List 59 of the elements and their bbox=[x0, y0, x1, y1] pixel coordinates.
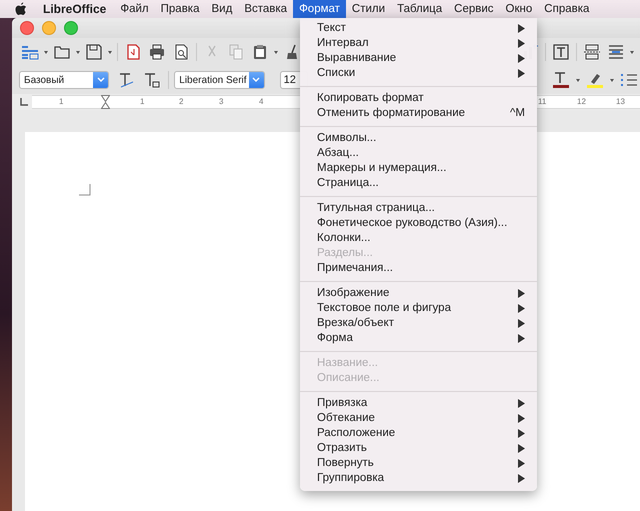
menu-item-label: Форма bbox=[317, 331, 353, 346]
menu-item-label: Изображение bbox=[317, 286, 390, 301]
ruler-number: 13 bbox=[616, 96, 625, 107]
menu-bar-item[interactable]: Справка bbox=[538, 0, 596, 18]
menu-item-label: Выравнивание bbox=[317, 51, 396, 66]
menu-item[interactable]: Отразить bbox=[300, 441, 537, 456]
menu-item[interactable]: Привязка bbox=[300, 396, 537, 411]
menu-item[interactable]: Интервал bbox=[300, 36, 537, 51]
menu-item[interactable]: Расположение bbox=[300, 426, 537, 441]
ruler-number: 4 bbox=[259, 96, 264, 107]
menu-item[interactable]: Примечания... bbox=[300, 261, 537, 276]
menu-item-label: Группировка bbox=[317, 471, 384, 486]
menu-item[interactable]: Титульная страница... bbox=[300, 201, 537, 216]
menu-item[interactable]: Отменить форматирование ^M bbox=[300, 106, 537, 121]
menu-bar-item[interactable]: Вставка bbox=[238, 0, 294, 18]
menu-item[interactable]: Фонетическое руководство (Азия)... bbox=[300, 216, 537, 231]
menu-item[interactable]: Выравнивание bbox=[300, 51, 537, 66]
menu-item-label: Обтекание bbox=[317, 411, 375, 426]
menu-item[interactable]: Абзац... bbox=[300, 146, 537, 161]
menu-item-label: Повернуть bbox=[317, 456, 374, 471]
menu-item-label: Отменить форматирование bbox=[317, 106, 466, 121]
menu-item-label: Интервал bbox=[317, 36, 369, 51]
menu-item[interactable]: Группировка bbox=[300, 471, 537, 486]
menu-item[interactable]: Форма bbox=[300, 331, 537, 346]
ruler-number: 3 bbox=[219, 96, 224, 107]
ruler-number: 1 bbox=[59, 96, 64, 107]
menu-item-label: Текст bbox=[317, 21, 346, 36]
ruler-number: 11 bbox=[538, 96, 546, 107]
font-name-field[interactable]: Liberation Serif bbox=[174, 71, 265, 89]
menu-item-label: Расположение bbox=[317, 426, 396, 441]
menu-item-label: Привязка bbox=[317, 396, 368, 411]
menu-item[interactable]: Страница... bbox=[300, 176, 537, 191]
menu-bar-item[interactable]: Формат bbox=[293, 0, 346, 18]
menu-bar-item[interactable]: Таблица bbox=[391, 0, 448, 18]
menu-item-label: Врезка/объект bbox=[317, 316, 394, 331]
menu-item[interactable]: Маркеры и нумерация... bbox=[300, 161, 537, 176]
menu-bar-item[interactable]: Стили bbox=[346, 0, 392, 18]
menu-item[interactable]: Повернуть bbox=[300, 456, 537, 471]
menu-item-label: Списки bbox=[317, 66, 356, 81]
menu-item[interactable]: Изображение bbox=[300, 286, 537, 301]
menu-item[interactable]: Обтекание bbox=[300, 411, 537, 426]
ruler-number: 12 bbox=[577, 96, 586, 107]
menu-item-label: Текстовое поле и фигура bbox=[317, 301, 451, 316]
menu-item[interactable]: Текстовое поле и фигура bbox=[300, 301, 537, 316]
menu-bar-item[interactable]: Вид bbox=[206, 0, 238, 18]
menu-item[interactable]: Врезка/объект bbox=[300, 316, 537, 331]
ruler-number: 1 bbox=[140, 96, 144, 107]
menu-item[interactable]: Символы... bbox=[300, 131, 537, 146]
menu-bar-item[interactable]: Сервис bbox=[448, 0, 500, 18]
menu-item[interactable]: Копировать формат bbox=[300, 91, 537, 106]
menu-bar-item[interactable]: Окно bbox=[500, 0, 538, 18]
menu-bar-item[interactable]: Правка bbox=[154, 0, 206, 18]
menu-bar-item[interactable]: Файл bbox=[114, 0, 155, 18]
menu-item-label: Отразить bbox=[317, 441, 367, 456]
ruler-number: 2 bbox=[179, 96, 184, 107]
shortcut-label: ^M bbox=[510, 106, 525, 121]
app-name-menu[interactable]: LibreOffice bbox=[43, 2, 106, 16]
paragraph-style-field[interactable]: Базовый bbox=[19, 71, 110, 89]
menu-item[interactable]: Колонки... bbox=[300, 231, 537, 246]
